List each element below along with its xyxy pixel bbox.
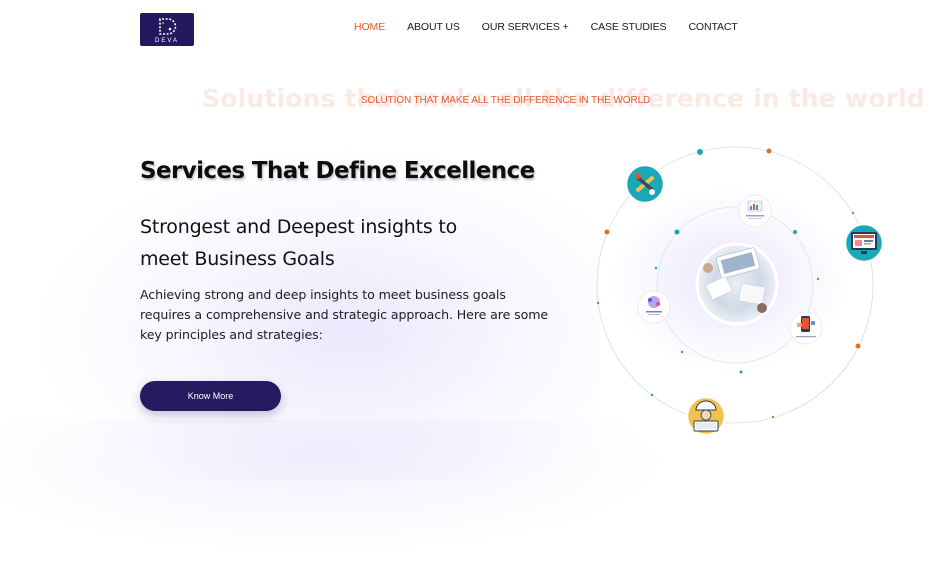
main-nav: HOME ABOUT US OUR SERVICES + CASE STUDIE… (354, 21, 760, 33)
orbit-dot (851, 211, 855, 215)
orbit-dot (697, 149, 703, 155)
brand-logo-text: DEVA (155, 38, 179, 44)
team-meeting-image (695, 242, 779, 326)
orbit-dot (680, 350, 684, 354)
know-more-button[interactable]: Know More (140, 381, 281, 411)
orbit-dot (654, 266, 658, 270)
orbit-dot (855, 343, 861, 349)
orbit-dot (739, 370, 743, 374)
orbit-dot (650, 393, 654, 397)
orbit-dot (771, 415, 775, 419)
engineer-icon (685, 395, 727, 437)
nav-home[interactable]: HOME (354, 21, 385, 33)
orbit-dot (793, 230, 797, 234)
nav-our-services[interactable]: OUR SERVICES + (482, 21, 569, 33)
nav-about-us[interactable]: ABOUT US (407, 21, 460, 33)
chart-card-icon (738, 194, 772, 228)
orbit-dot (674, 229, 680, 235)
orbit-dot (604, 229, 610, 235)
tools-icon (624, 163, 666, 205)
orbit-dot (596, 301, 600, 305)
network-card-icon (637, 290, 671, 324)
orbit-dot (816, 277, 820, 281)
monitor-icon (843, 222, 885, 264)
brand-logo[interactable]: DEVA (140, 13, 194, 46)
hero-subtitle: Strongest and Deepest insights to meet B… (140, 216, 458, 270)
hero-paragraph: Achieving strong and deep insights to me… (140, 287, 549, 342)
services-orbit-graphic (590, 140, 890, 440)
bottom-glow (0, 420, 700, 560)
nav-contact[interactable]: CONTACT (688, 21, 737, 33)
hero-tagline: SOLUTION THAT MAKE ALL THE DIFFERENCE IN… (360, 95, 651, 106)
hero-title: Services That Define Excellence (140, 158, 535, 184)
nav-case-studies[interactable]: CASE STUDIES (591, 21, 667, 33)
orbit-dot (766, 148, 772, 154)
mobile-app-icon (789, 311, 823, 345)
